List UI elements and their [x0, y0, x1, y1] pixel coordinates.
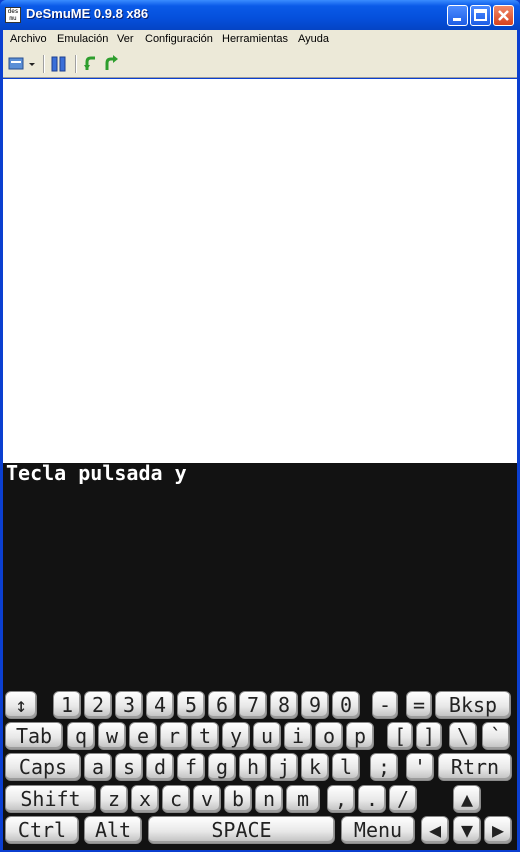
maximize-icon [474, 9, 487, 21]
key-space[interactable]: SPACE [148, 816, 335, 844]
key-backtick[interactable]: ` [482, 722, 510, 750]
menu-ver[interactable]: Ver [117, 33, 134, 45]
key-2[interactable]: 2 [84, 691, 112, 719]
maximize-button[interactable] [470, 5, 491, 26]
key-shift[interactable]: Shift [5, 785, 96, 813]
open-rom-icon [8, 57, 35, 70]
key-b[interactable]: b [224, 785, 252, 813]
key-7[interactable]: 7 [239, 691, 267, 719]
key-3[interactable]: 3 [115, 691, 143, 719]
app-icon-text: des mu me [7, 8, 19, 22]
key-right-bracket[interactable]: ] [416, 722, 442, 750]
key-f[interactable]: f [177, 753, 205, 781]
key-right-arrow[interactable]: ▶ [484, 816, 512, 844]
key-h[interactable]: h [239, 753, 267, 781]
key-z[interactable]: z [100, 785, 128, 813]
pause-icon [51, 56, 66, 72]
key-caps[interactable]: Caps [5, 753, 81, 781]
key-5[interactable]: 5 [177, 691, 205, 719]
key-1[interactable]: 1 [53, 691, 81, 719]
toolbar-separator [75, 55, 77, 73]
window-title: DeSmuME 0.9.8 x86 [26, 6, 149, 21]
key-p[interactable]: p [346, 722, 374, 750]
key-8[interactable]: 8 [270, 691, 298, 719]
key-menu[interactable]: Menu [341, 816, 415, 844]
key-backspace[interactable]: Bksp [435, 691, 511, 719]
key-d[interactable]: d [146, 753, 174, 781]
key-r[interactable]: r [160, 722, 188, 750]
key-v[interactable]: v [193, 785, 221, 813]
menu-emulacion[interactable]: Emulación [57, 33, 108, 45]
key-minus[interactable]: - [372, 691, 398, 719]
key-g[interactable]: g [208, 753, 236, 781]
app-icon[interactable]: des mu me [5, 7, 21, 23]
undo-arrow-icon [84, 56, 95, 70]
key-tab[interactable]: Tab [5, 722, 63, 750]
key-j[interactable]: j [270, 753, 298, 781]
key-arrow-toggle[interactable]: ↕ [5, 691, 37, 719]
key-quote[interactable]: ' [406, 753, 434, 781]
menu-ayuda[interactable]: Ayuda [298, 33, 329, 45]
key-alt[interactable]: Alt [84, 816, 142, 844]
key-4[interactable]: 4 [146, 691, 174, 719]
menu-archivo[interactable]: Archivo [10, 33, 47, 45]
key-0[interactable]: 0 [332, 691, 360, 719]
open-rom-button[interactable] [7, 54, 37, 74]
close-icon [498, 10, 509, 21]
key-y[interactable]: y [222, 722, 250, 750]
key-a[interactable]: a [84, 753, 112, 781]
toolbar-separator [43, 55, 45, 73]
key-c[interactable]: c [162, 785, 190, 813]
key-slash[interactable]: / [389, 785, 417, 813]
ds-bottom-screen[interactable]: Tecla pulsada y ↕ 1 2 3 4 5 6 7 8 9 0 - … [3, 463, 517, 850]
key-x[interactable]: x [131, 785, 159, 813]
key-u[interactable]: u [253, 722, 281, 750]
key-period[interactable]: . [358, 785, 386, 813]
key-w[interactable]: w [98, 722, 126, 750]
key-o[interactable]: o [315, 722, 343, 750]
key-equals[interactable]: = [406, 691, 432, 719]
key-ctrl[interactable]: Ctrl [5, 816, 79, 844]
key-s[interactable]: s [115, 753, 143, 781]
key-t[interactable]: t [191, 722, 219, 750]
key-left-arrow[interactable]: ◀ [421, 816, 449, 844]
redo-arrow-icon [105, 55, 118, 70]
undo-button[interactable] [81, 54, 101, 74]
title-bar[interactable]: des mu me DeSmuME 0.9.8 x86 [0, 0, 520, 30]
key-l[interactable]: l [332, 753, 360, 781]
toolbar [3, 50, 517, 78]
menu-bar: Archivo Emulación Ver Configuración Herr… [3, 30, 517, 50]
key-down-arrow[interactable]: ▼ [453, 816, 481, 844]
key-return[interactable]: Rtrn [438, 753, 512, 781]
key-i[interactable]: i [284, 722, 312, 750]
key-m[interactable]: m [286, 785, 320, 813]
minimize-icon [453, 18, 461, 21]
desmume-window: des mu me DeSmuME 0.9.8 x86 Archivo Emul… [0, 0, 520, 852]
pause-button[interactable] [49, 54, 69, 74]
key-q[interactable]: q [67, 722, 95, 750]
console-output: Tecla pulsada y [6, 463, 187, 485]
key-9[interactable]: 9 [301, 691, 329, 719]
key-6[interactable]: 6 [208, 691, 236, 719]
key-left-bracket[interactable]: [ [387, 722, 413, 750]
menu-herramientas[interactable]: Herramientas [222, 33, 288, 45]
key-k[interactable]: k [301, 753, 329, 781]
redo-button[interactable] [102, 54, 122, 74]
key-n[interactable]: n [255, 785, 283, 813]
ds-top-screen[interactable] [3, 79, 517, 463]
key-comma[interactable]: , [327, 785, 355, 813]
close-button[interactable] [493, 5, 514, 26]
key-backslash[interactable]: \ [449, 722, 477, 750]
key-e[interactable]: e [129, 722, 157, 750]
menu-configuracion[interactable]: Configuración [145, 33, 213, 45]
key-semicolon[interactable]: ; [370, 753, 398, 781]
minimize-button[interactable] [447, 5, 468, 26]
key-up-arrow[interactable]: ▲ [453, 785, 481, 813]
